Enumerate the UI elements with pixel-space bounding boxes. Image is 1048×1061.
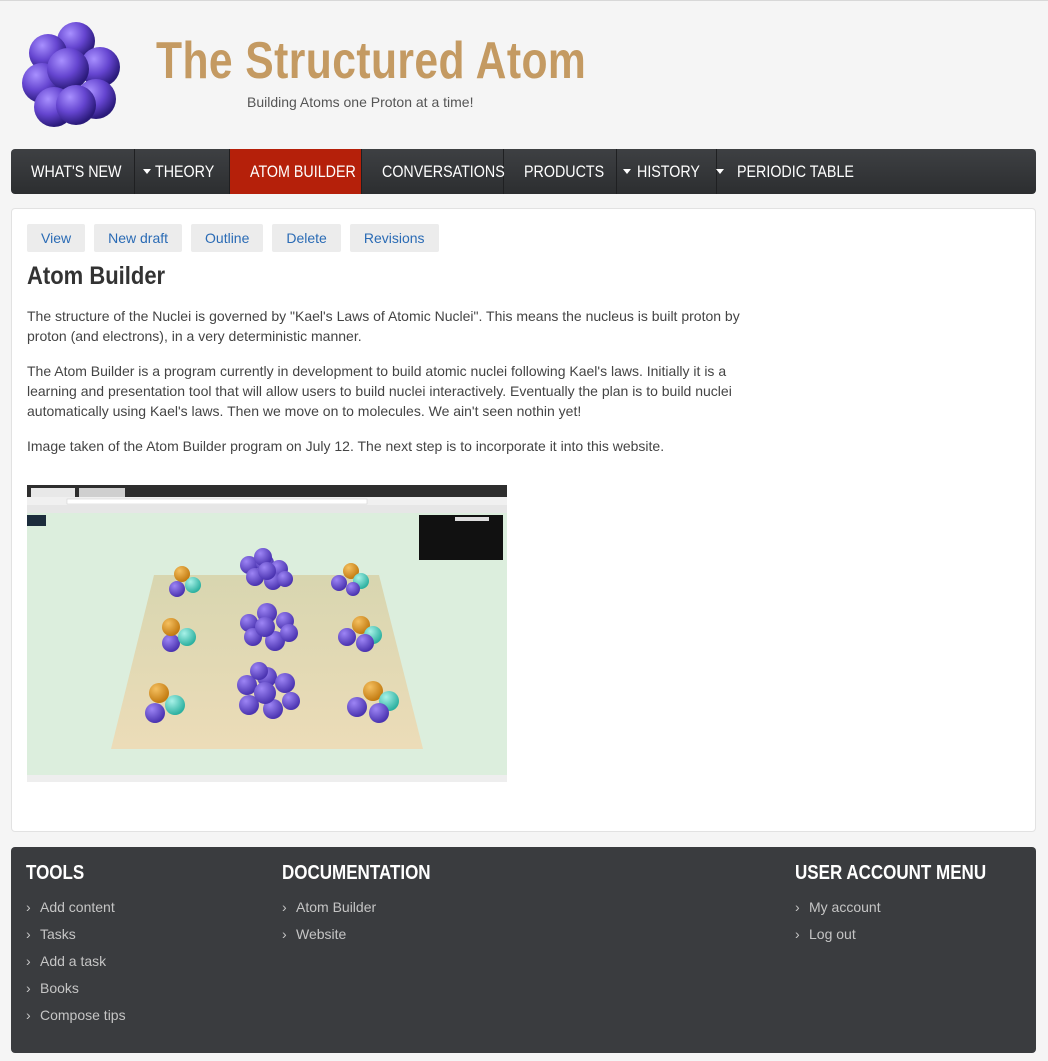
tab-new-draft[interactable]: New draft	[94, 224, 183, 252]
chevron-right-icon: ›	[26, 953, 31, 969]
nav-label: PERIODIC TABLE	[737, 161, 854, 181]
paragraph: The Atom Builder is a program currently …	[27, 363, 732, 419]
link-label: My account	[809, 899, 881, 915]
nav-label: HISTORY	[637, 161, 700, 181]
footer-link-tasks[interactable]: › Tasks	[26, 926, 126, 953]
nav-item-products[interactable]: PRODUCTS	[504, 149, 632, 194]
footer-link-atom-builder[interactable]: › Atom Builder	[282, 899, 457, 926]
paragraph: The structure of the Nuclei is governed …	[27, 308, 740, 344]
chevron-right-icon: ›	[26, 1007, 31, 1023]
nav-item-history[interactable]: HISTORY	[617, 149, 724, 194]
link-label: Books	[40, 980, 79, 996]
nav-label: THEORY	[155, 161, 215, 181]
footer-link-add-content[interactable]: › Add content	[26, 899, 126, 926]
tab-view[interactable]: View	[27, 224, 86, 252]
site-slogan: Building Atoms one Proton at a time!	[247, 94, 474, 110]
tab-outline[interactable]: Outline	[191, 224, 264, 252]
nav-item-conversations[interactable]: CONVERSATIONS	[362, 149, 505, 194]
chevron-right-icon: ›	[795, 899, 800, 915]
link-label: Add content	[40, 899, 115, 915]
chevron-right-icon: ›	[795, 926, 800, 942]
tab-revisions[interactable]: Revisions	[349, 224, 439, 252]
link-label: Log out	[809, 926, 856, 942]
nav-label: ATOM BUILDER	[250, 161, 356, 181]
link-label: Atom Builder	[296, 899, 377, 915]
site-name[interactable]: The Structured Atom	[156, 31, 586, 91]
nav-item-atom-builder[interactable]: ATOM BUILDER	[230, 149, 362, 194]
footer-heading: DOCUMENTATION	[282, 862, 431, 884]
atom-logo[interactable]	[18, 19, 124, 129]
footer-link-books[interactable]: › Books	[26, 980, 126, 1007]
atom-builder-screenshot	[27, 485, 507, 782]
nav-label: PRODUCTS	[524, 161, 605, 181]
nav-label: CONVERSATIONS	[382, 161, 505, 181]
footer-link-add-a-task[interactable]: › Add a task	[26, 953, 126, 980]
site-header: The Structured Atom Building Atoms one P…	[0, 1, 1048, 147]
nav-item-whats-new[interactable]: WHAT'S NEW	[11, 149, 151, 194]
main-navigation: WHAT'S NEW THEORY ATOM BUILDER CONVERSAT…	[11, 149, 1036, 194]
chevron-right-icon: ›	[282, 899, 287, 915]
nav-item-theory[interactable]: THEORY	[135, 149, 238, 194]
chevron-right-icon: ›	[26, 980, 31, 996]
paragraph: Image taken of the Atom Builder program …	[27, 438, 665, 454]
site-footer: TOOLS › Add content › Tasks › Add a task › B…	[11, 847, 1036, 1053]
nav-item-periodic-table[interactable]: PERIODIC TABLE	[717, 149, 857, 194]
main-content: View New draft Outline Delete Revisions …	[11, 208, 1036, 832]
chevron-right-icon: ›	[26, 899, 31, 915]
link-label: Website	[296, 926, 347, 942]
footer-user-account-menu: USER ACCOUNT MENU › My account › Log out	[795, 862, 1020, 953]
chevron-right-icon: ›	[282, 926, 287, 942]
chevron-right-icon: ›	[26, 926, 31, 942]
link-label: Add a task	[40, 953, 107, 969]
footer-heading: TOOLS	[26, 862, 85, 884]
tab-delete[interactable]: Delete	[272, 224, 341, 252]
footer-link-my-account[interactable]: › My account	[795, 899, 1020, 926]
link-label: Tasks	[40, 926, 76, 942]
link-label: Compose tips	[40, 1007, 126, 1023]
local-tasks-tabs: View New draft Outline Delete Revisions	[27, 224, 448, 252]
footer-tools: TOOLS › Add content › Tasks › Add a task › B…	[26, 862, 126, 1034]
footer-link-log-out[interactable]: › Log out	[795, 926, 1020, 953]
footer-link-compose-tips[interactable]: › Compose tips	[26, 1007, 126, 1034]
nav-label: WHAT'S NEW	[31, 161, 122, 181]
article-body: The structure of the Nuclei is governed …	[27, 306, 767, 471]
page-title: Atom Builder	[27, 262, 166, 290]
footer-link-website[interactable]: › Website	[282, 926, 457, 953]
footer-documentation: DOCUMENTATION › Atom Builder › Website	[282, 862, 457, 953]
footer-heading: USER ACCOUNT MENU	[795, 862, 987, 884]
